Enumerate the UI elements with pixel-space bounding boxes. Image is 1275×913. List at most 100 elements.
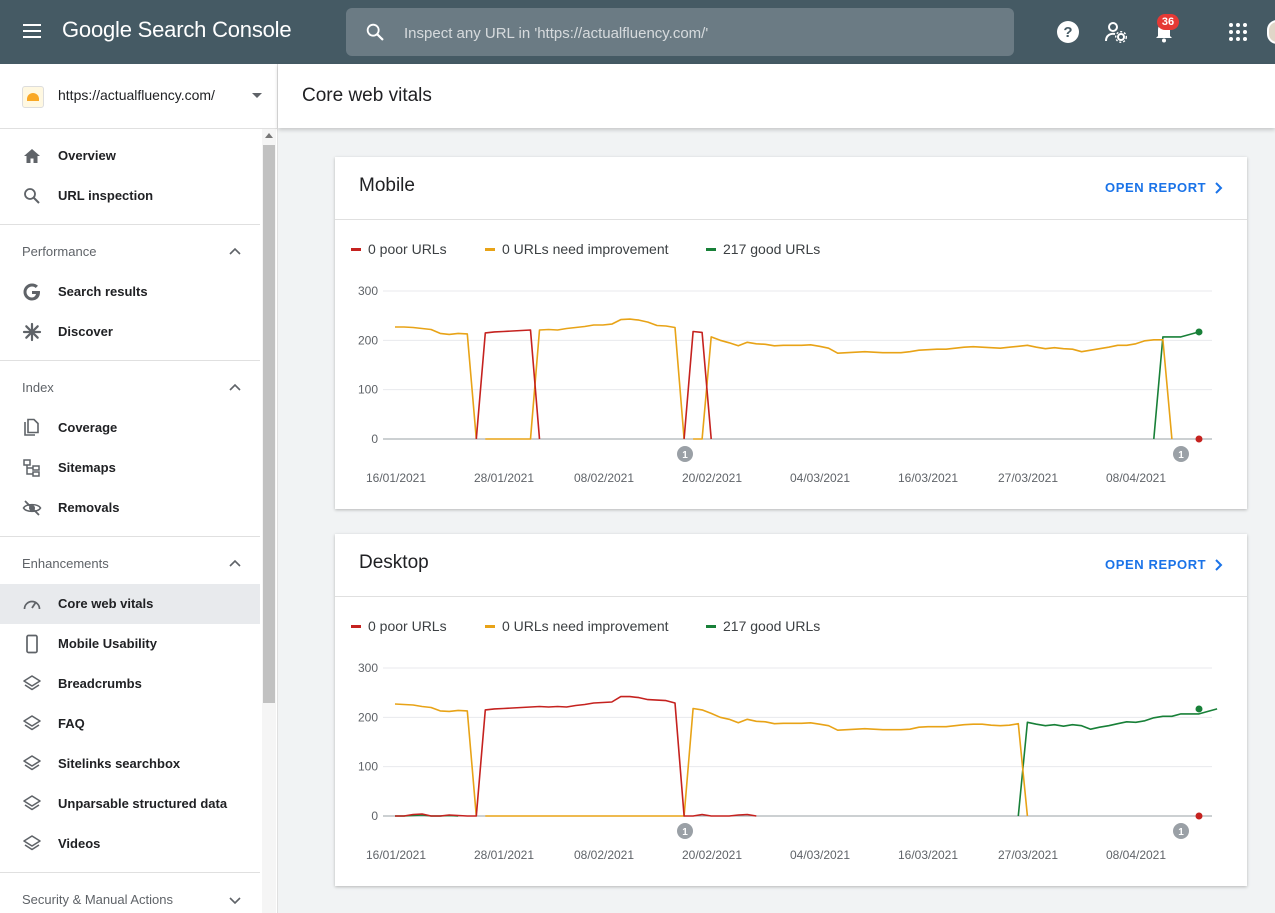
x-tick-label: 16/03/2021 — [898, 848, 958, 862]
legend-swatch — [485, 247, 495, 251]
page-header: Core web vitals — [278, 64, 1275, 128]
divider — [0, 536, 260, 537]
y-tick-label: 200 — [358, 710, 378, 724]
help-icon[interactable]: ? — [1056, 20, 1080, 44]
sidebar-item-search-results[interactable]: Search results — [0, 272, 260, 312]
sidebar-item-breadcrumbs[interactable]: Breadcrumbs — [0, 664, 260, 704]
layers-icon — [23, 755, 41, 771]
series-line-improve — [394, 703, 478, 817]
legend-label: 0 URLs need improvement — [502, 241, 669, 257]
y-tick-label: 100 — [358, 760, 378, 774]
legend-good[interactable]: 217 good URLs — [706, 241, 820, 257]
top-app-bar: Google Search Console ? 36 — [0, 0, 1275, 64]
x-tick-label: 28/01/2021 — [474, 848, 534, 862]
series-line-improve — [395, 326, 478, 440]
sidebar-item-label: Sitemaps — [58, 460, 116, 475]
section-index[interactable]: Index — [0, 368, 260, 408]
sidebar-item-label: Sitelinks searchbox — [58, 756, 181, 771]
x-tick-label: 27/03/2021 — [998, 848, 1058, 862]
sidebar-item-faq[interactable]: FAQ — [0, 704, 260, 744]
sidebar-item-overview[interactable]: Overview — [0, 136, 260, 176]
chevron-up-icon — [229, 559, 241, 567]
section-security-manual-actions[interactable]: Security & Manual Actions — [0, 880, 260, 913]
sidebar-item-label: Coverage — [58, 420, 118, 435]
x-tick-label: 04/03/2021 — [790, 848, 850, 862]
annotation-label: 1 — [682, 827, 688, 838]
section-performance[interactable]: Performance — [0, 232, 260, 272]
series-line-improve — [485, 707, 1029, 817]
sidebar-item-label: Discover — [58, 324, 113, 339]
speedometer-icon — [23, 600, 41, 610]
sidebar-item-coverage[interactable]: Coverage — [0, 408, 260, 448]
chevron-right-icon — [1215, 182, 1223, 194]
section-enhancements[interactable]: Enhancements — [0, 544, 260, 584]
legend-need-improvement[interactable]: 0 URLs need improvement — [485, 618, 669, 634]
sidebar-item-label: FAQ — [58, 716, 85, 731]
sidebar-item-videos[interactable]: Videos — [0, 824, 260, 864]
section-title: Enhancements — [22, 556, 109, 571]
sidebar-scrollbar[interactable] — [262, 129, 276, 913]
sidebar-item-label: Core web vitals — [58, 596, 154, 611]
legend-swatch — [706, 624, 716, 628]
series-line-good — [1017, 708, 1218, 817]
card-title: Mobile — [359, 175, 415, 196]
open-report-link[interactable]: OPEN REPORT — [1105, 180, 1223, 195]
sidebar-item-unparsable-structured-data[interactable]: Unparsable structured data — [0, 784, 260, 824]
url-inspect-search[interactable] — [346, 8, 1014, 58]
sidebar: https://actualfluency.com/ Overview URL … — [0, 64, 278, 913]
series-line-improve — [693, 336, 1173, 440]
search-icon — [366, 23, 384, 41]
sidebar-item-core-web-vitals[interactable]: Core web vitals — [0, 584, 260, 624]
sidebar-item-discover[interactable]: Discover — [0, 312, 260, 352]
legend-poor[interactable]: 0 poor URLs — [351, 241, 447, 257]
legend-good[interactable]: 217 good URLs — [706, 618, 820, 634]
menu-icon[interactable] — [20, 20, 46, 44]
y-tick-label: 300 — [358, 284, 378, 298]
series-line-good — [1153, 331, 1200, 440]
url-inspect-input[interactable] — [402, 8, 996, 58]
sidebar-item-sitemaps[interactable]: Sitemaps — [0, 448, 260, 488]
desktop-report-card: Desktop OPEN REPORT 0 poor URLs 0 URLs n… — [335, 534, 1247, 886]
open-report-link[interactable]: OPEN REPORT — [1105, 557, 1223, 572]
legend-poor[interactable]: 0 poor URLs — [351, 618, 447, 634]
legend-swatch — [351, 247, 361, 251]
y-tick-label: 300 — [358, 661, 378, 675]
app-brand[interactable]: Google Search Console — [62, 17, 292, 43]
phone-icon — [26, 634, 38, 654]
open-report-label: OPEN REPORT — [1105, 180, 1207, 195]
page-title: Core web vitals — [302, 85, 432, 106]
sidebar-item-removals[interactable]: Removals — [0, 488, 260, 528]
x-tick-label: 08/02/2021 — [574, 471, 634, 485]
sidebar-item-url-inspection[interactable]: URL inspection — [0, 176, 260, 216]
y-tick-label: 100 — [358, 383, 378, 397]
home-icon — [24, 149, 40, 163]
x-tick-label: 04/03/2021 — [790, 471, 850, 485]
sidebar-item-sitelinks-searchbox[interactable]: Sitelinks searchbox — [0, 744, 260, 784]
layers-icon — [23, 795, 41, 811]
annotation-label: 1 — [682, 450, 688, 461]
section-title: Performance — [22, 244, 97, 259]
chevron-up-icon — [229, 247, 241, 255]
sidebar-item-label: Overview — [58, 148, 116, 163]
sidebar-item-mobile-usability[interactable]: Mobile Usability — [0, 624, 260, 664]
sitemap-icon — [23, 459, 40, 477]
apps-grid-icon[interactable] — [1226, 20, 1250, 44]
x-tick-label: 16/01/2021 — [366, 848, 426, 862]
legend-need-improvement[interactable]: 0 URLs need improvement — [485, 241, 669, 257]
divider — [0, 224, 260, 225]
property-selector[interactable]: https://actualfluency.com/ — [0, 64, 277, 129]
sidebar-item-label: Mobile Usability — [58, 636, 157, 651]
mobile-chart: 0 100 200 300 16/01/2021 28/01/2021 08/02/2021… — [358, 284, 1212, 485]
legend-label: 217 good URLs — [723, 241, 821, 257]
end-point-poor — [1195, 812, 1203, 820]
scroll-up-arrow-icon[interactable] — [265, 133, 273, 138]
sidebar-item-label: URL inspection — [58, 188, 154, 203]
scrollbar-thumb[interactable] — [263, 145, 275, 703]
section-title: Security & Manual Actions — [22, 892, 174, 907]
avatar[interactable] — [1267, 20, 1275, 44]
search-icon — [24, 188, 40, 204]
account-settings-icon[interactable] — [1104, 20, 1128, 44]
property-url: https://actualfluency.com/ — [58, 87, 215, 103]
chevron-down-icon — [229, 897, 241, 905]
end-point-poor — [1195, 435, 1203, 443]
